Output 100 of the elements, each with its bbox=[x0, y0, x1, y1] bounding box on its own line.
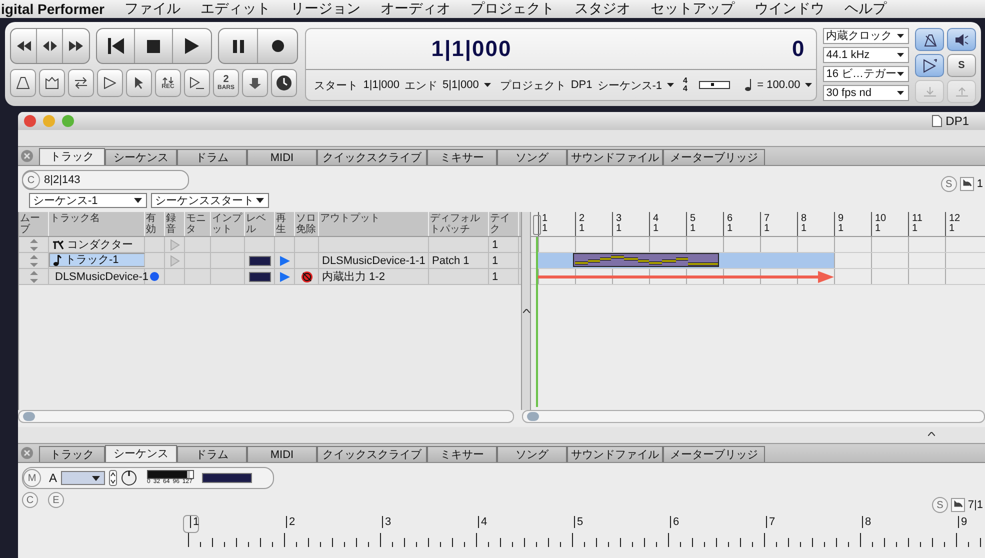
c-button[interactable]: C bbox=[22, 492, 38, 508]
tab[interactable]: ソング bbox=[497, 446, 567, 462]
position-value: 7|1 bbox=[968, 499, 984, 511]
punch-button[interactable] bbox=[184, 69, 210, 97]
sync-menu[interactable]: 16 ビ…テガー bbox=[823, 66, 909, 82]
fast-forward-icon bbox=[69, 41, 83, 51]
tab[interactable]: MIDI bbox=[247, 149, 317, 165]
tab[interactable]: ミキサー bbox=[427, 149, 497, 165]
mode-button[interactable] bbox=[915, 54, 944, 77]
tab[interactable]: クイックスクライブ bbox=[317, 446, 427, 462]
snap-button[interactable]: S bbox=[940, 176, 957, 192]
take-cell[interactable]: 1 bbox=[489, 253, 519, 268]
track-name: コンダクター bbox=[67, 238, 133, 252]
tab[interactable]: クイックスクライブ bbox=[317, 149, 427, 165]
close-button[interactable] bbox=[24, 115, 36, 127]
e-button[interactable]: E bbox=[48, 492, 64, 508]
column-header: 再生 bbox=[275, 212, 295, 236]
up-arrow-icon bbox=[956, 86, 968, 96]
velocity-slider[interactable] bbox=[147, 470, 194, 479]
stepper-icon[interactable] bbox=[109, 470, 118, 486]
dropdown-arrow-icon[interactable] bbox=[805, 83, 812, 87]
speaker-icon bbox=[954, 34, 968, 46]
menu-item[interactable]: スタジオ bbox=[574, 0, 630, 18]
app-menu[interactable]: igital Performer bbox=[1, 1, 104, 17]
tab[interactable]: メーターブリッジ bbox=[663, 149, 765, 165]
menu-item[interactable]: エディット bbox=[200, 0, 270, 18]
menu-item[interactable]: リージョン bbox=[290, 0, 360, 18]
tempo-value[interactable]: = 100.00 bbox=[757, 79, 800, 91]
clock-button[interactable] bbox=[271, 69, 297, 97]
output-cell[interactable]: 内蔵出力 1-2 bbox=[319, 269, 429, 284]
dropdown-arrow-icon[interactable] bbox=[484, 83, 491, 87]
tab[interactable]: ミキサー bbox=[427, 446, 497, 462]
menu-item[interactable]: セットアップ bbox=[650, 0, 734, 18]
m-button[interactable]: M bbox=[23, 469, 41, 487]
move-handle-icon[interactable] bbox=[30, 254, 38, 266]
tab[interactable]: トラック bbox=[39, 148, 105, 165]
menu-item[interactable]: プロジェクト bbox=[470, 0, 554, 18]
start-dropdown[interactable]: シーケンススタート bbox=[151, 193, 269, 208]
tempo-slider[interactable] bbox=[698, 81, 730, 89]
move-handle-icon[interactable] bbox=[30, 270, 38, 282]
sync-menu[interactable]: 44.1 kHz bbox=[823, 47, 909, 63]
move-handle-icon[interactable] bbox=[30, 238, 38, 250]
caret-icon[interactable] bbox=[522, 309, 530, 313]
metronome-button[interactable] bbox=[10, 69, 36, 97]
tab[interactable]: トラック bbox=[39, 446, 105, 462]
menu-item[interactable]: オーディオ bbox=[380, 0, 450, 18]
loop-button[interactable] bbox=[68, 69, 94, 97]
auto-stop-button[interactable] bbox=[242, 69, 268, 97]
mode-button[interactable] bbox=[915, 28, 944, 51]
up-down-arrows-icon bbox=[162, 76, 174, 84]
track-name-cell[interactable]: コンダクター bbox=[49, 237, 145, 252]
tab[interactable]: シーケンス bbox=[105, 445, 177, 462]
count-in-button[interactable] bbox=[39, 69, 65, 97]
tab[interactable]: サウンドファイル bbox=[567, 149, 663, 165]
pointer-button[interactable] bbox=[126, 69, 152, 97]
tab[interactable]: MIDI bbox=[247, 446, 317, 462]
knob-icon[interactable] bbox=[121, 470, 138, 486]
tab[interactable]: ドラム bbox=[177, 446, 247, 462]
patch-cell[interactable]: Patch 1 bbox=[429, 253, 489, 268]
menu-item[interactable]: ヘルプ bbox=[844, 0, 886, 18]
close-pane-icon[interactable] bbox=[21, 447, 33, 459]
snap-button[interactable]: S bbox=[932, 497, 948, 513]
tab[interactable]: ソング bbox=[497, 149, 567, 165]
undo-icon[interactable] bbox=[960, 177, 974, 191]
double-arrow-icon bbox=[42, 41, 56, 51]
menu-item[interactable]: ウインドウ bbox=[754, 0, 824, 18]
caret-icon[interactable] bbox=[928, 432, 935, 436]
counter-mode-button[interactable]: C bbox=[22, 171, 40, 189]
pointer-icon bbox=[135, 77, 143, 89]
playhead-marker[interactable] bbox=[183, 515, 199, 533]
sequence-dropdown[interactable]: シーケンス-1 bbox=[29, 193, 147, 208]
mode-button[interactable]: S bbox=[947, 54, 976, 77]
dropdown-arrow-icon[interactable] bbox=[667, 83, 674, 87]
play-mode-button[interactable] bbox=[97, 69, 123, 97]
tab[interactable]: サウンドファイル bbox=[567, 446, 663, 462]
tab[interactable]: メーターブリッジ bbox=[663, 446, 765, 462]
track-name-cell[interactable]: トラック-1 bbox=[49, 253, 145, 267]
counter-field[interactable]: C 8|2|143 bbox=[22, 170, 189, 190]
sync-menu[interactable]: 内蔵クロック bbox=[823, 28, 909, 44]
dropdown-arrow-icon bbox=[897, 91, 904, 95]
sequence-menu[interactable]: シーケンス-1 bbox=[597, 78, 662, 92]
undo-icon[interactable] bbox=[950, 498, 965, 512]
output-cell[interactable]: DLSMusicDevice-1-1 bbox=[319, 253, 429, 268]
menu-item[interactable]: ファイル bbox=[124, 0, 180, 18]
column-header: インプット bbox=[211, 212, 245, 236]
tab[interactable]: シーケンス bbox=[105, 149, 177, 165]
close-pane-icon[interactable] bbox=[21, 150, 33, 162]
dropdown-arrow-icon bbox=[134, 198, 142, 203]
playhead-marker[interactable] bbox=[533, 215, 541, 235]
track-dropdown[interactable] bbox=[61, 471, 106, 485]
horizontal-scrollbar[interactable] bbox=[522, 410, 985, 423]
horizontal-scrollbar[interactable] bbox=[18, 410, 514, 423]
start-value[interactable]: 1|1|000 bbox=[363, 79, 400, 91]
mode-button[interactable] bbox=[947, 28, 976, 51]
record-icon bbox=[272, 40, 284, 52]
end-value[interactable]: 5|1|000 bbox=[442, 79, 479, 91]
tab[interactable]: ドラム bbox=[177, 149, 247, 165]
take-cell[interactable]: 1 bbox=[489, 237, 519, 252]
sync-menu[interactable]: 30 fps nd bbox=[823, 85, 909, 101]
take-cell[interactable]: 1 bbox=[489, 269, 519, 284]
